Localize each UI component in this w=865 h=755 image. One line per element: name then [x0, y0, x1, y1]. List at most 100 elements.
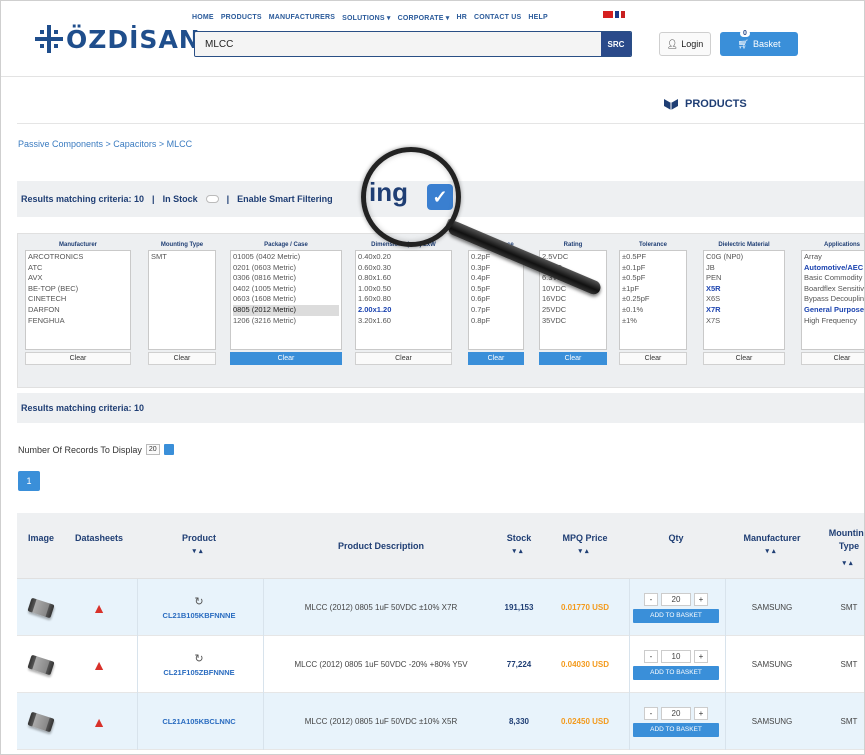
page-button-1[interactable]: 1	[18, 471, 40, 491]
filter-option[interactable]: High Frequency	[804, 316, 864, 327]
filter-option[interactable]: X7S	[706, 316, 782, 327]
basket-button[interactable]: 🛒︎ 0 Basket	[720, 30, 798, 56]
filter-option[interactable]: ±0.25pF	[622, 294, 684, 305]
sort-icon[interactable]: ▾▴	[823, 557, 864, 570]
filter-clear-button[interactable]: Clear	[25, 352, 131, 365]
filter-option[interactable]: X5R	[706, 284, 782, 295]
filter-option[interactable]: DARFON	[28, 305, 128, 316]
filter-option[interactable]: ±0.5PF	[622, 252, 684, 263]
filter-option[interactable]: X6S	[706, 294, 782, 305]
filter-clear-button[interactable]: Clear	[801, 352, 864, 365]
filter-option[interactable]: BE-TOP (BEC)	[28, 284, 128, 295]
col-mounting[interactable]: Mounting Type ▾▴	[823, 527, 864, 570]
search-button[interactable]: SRC	[601, 32, 631, 56]
logo[interactable]: ÖZDİSAN	[35, 23, 201, 55]
nav-solutions[interactable]: SOLUTIONS ▾	[342, 14, 391, 22]
filter-option[interactable]: ±0.1pF	[622, 263, 684, 274]
nav-home[interactable]: HOME	[192, 14, 214, 22]
filter-clear-button[interactable]: Clear	[148, 352, 216, 365]
filter-option[interactable]: 0.4pF	[471, 273, 521, 284]
filter-option[interactable]: SMT	[151, 252, 213, 263]
filter-option[interactable]: JB	[706, 263, 782, 274]
filter-option[interactable]: ARCOTRONICS	[28, 252, 128, 263]
add-to-basket-button[interactable]: ADD TO BASKET	[633, 665, 719, 680]
nav-hr[interactable]: HR	[456, 14, 467, 22]
filter-option[interactable]: 35VDC	[542, 316, 604, 327]
qty-increment-button[interactable]: +	[694, 649, 708, 663]
filter-option[interactable]: 01005 (0402 Metric)	[233, 252, 339, 263]
records-select[interactable]: 20	[145, 444, 160, 455]
filter-clear-button[interactable]: Clear	[619, 352, 687, 365]
refresh-icon[interactable]: ↻	[194, 652, 203, 665]
product-part-number[interactable]: CL21A105KBCLNNC	[162, 717, 235, 726]
sort-icon[interactable]: ▾▴	[139, 547, 259, 555]
filter-clear-button[interactable]: Clear	[355, 352, 452, 365]
filter-option[interactable]: 1.60x0.80	[358, 294, 449, 305]
qty-input[interactable]: 10	[661, 649, 691, 663]
filter-clear-button[interactable]: Clear	[703, 352, 785, 365]
filter-option[interactable]: PEN	[706, 273, 782, 284]
filter-option[interactable]: 0.40x0.20	[358, 252, 449, 263]
filter-option[interactable]: 0603 (1608 Metric)	[233, 294, 339, 305]
col-price[interactable]: MPQ Price ▾▴	[547, 533, 623, 555]
filter-option[interactable]: 0.3pF	[471, 263, 521, 274]
filter-option[interactable]: 0306 (0816 Metric)	[233, 273, 339, 284]
filter-option[interactable]: 0.8pF	[471, 316, 521, 327]
filter-option[interactable]: 0.80x1.60	[358, 273, 449, 284]
filter-option[interactable]: 1206 (3216 Metric)	[233, 316, 339, 327]
filter-list[interactable]: C0G (NP0) JB PEN X5R X6S X7R X7S	[703, 250, 785, 350]
nav-contact-us[interactable]: CONTACT US	[474, 14, 521, 22]
qty-increment-button[interactable]: +	[694, 592, 708, 606]
filter-option[interactable]: 0201 (0603 Metric)	[233, 263, 339, 274]
filter-option[interactable]: 2.00x1.20	[358, 305, 449, 316]
filter-list[interactable]: SMT	[148, 250, 216, 350]
filter-option[interactable]: Basic Commodity	[804, 273, 864, 284]
filter-option[interactable]: Bypass Decoupling	[804, 294, 864, 305]
turkish-flag-icon[interactable]	[603, 11, 613, 18]
filter-option[interactable]: ±1%	[622, 316, 684, 327]
filter-list[interactable]: 0.2pF 0.3pF 0.4pF 0.5pF 0.6pF 0.7pF 0.8pF	[468, 250, 524, 350]
filter-clear-button[interactable]: Clear	[468, 352, 524, 365]
filter-list[interactable]: 0.40x0.20 0.60x0.30 0.80x1.60 1.00x0.50 1.60…	[355, 250, 452, 350]
capacitor-image[interactable]	[27, 654, 55, 675]
col-manufacturer[interactable]: Manufacturer ▾▴	[727, 533, 817, 555]
pdf-icon[interactable]: ▲	[92, 715, 106, 729]
filter-option[interactable]: 25VDC	[542, 305, 604, 316]
nav-corporate[interactable]: CORPORATE ▾	[398, 14, 450, 22]
capacitor-image[interactable]	[27, 597, 55, 618]
filter-option[interactable]: 16VDC	[542, 294, 604, 305]
nav-help[interactable]: HELP	[528, 14, 547, 22]
english-flag-icon[interactable]	[615, 11, 625, 18]
filter-option[interactable]: ±0.1%	[622, 305, 684, 316]
search-input[interactable]	[195, 32, 601, 56]
qty-decrement-button[interactable]: -	[644, 592, 658, 606]
filter-option[interactable]: FENGHUA	[28, 316, 128, 327]
filter-list[interactable]: ±0.5PF ±0.1pF ±0.5pF ±1pF ±0.25pF ±0.1% ±1%	[619, 250, 687, 350]
filter-list[interactable]: ARCOTRONICS ATC AVX BE-TOP (BEC) CINETECH DAR…	[25, 250, 131, 350]
qty-decrement-button[interactable]: -	[644, 706, 658, 720]
filter-option[interactable]: ATC	[28, 263, 128, 274]
add-to-basket-button[interactable]: ADD TO BASKET	[633, 722, 719, 737]
capacitor-image[interactable]	[27, 711, 55, 732]
add-to-basket-button[interactable]: ADD TO BASKET	[633, 608, 719, 623]
filter-option[interactable]: 0402 (1005 Metric)	[233, 284, 339, 295]
refresh-icon[interactable]: ↻	[194, 595, 203, 608]
col-stock[interactable]: Stock ▾▴	[497, 533, 541, 555]
filter-list[interactable]: 01005 (0402 Metric) 0201 (0603 Metric) 030…	[230, 250, 342, 350]
qty-decrement-button[interactable]: -	[644, 649, 658, 663]
filter-option[interactable]: Automotive/AEC	[804, 263, 864, 274]
filter-option[interactable]: C0G (NP0)	[706, 252, 782, 263]
pdf-icon[interactable]: ▲	[92, 658, 106, 672]
nav-products[interactable]: PRODUCTS	[221, 14, 262, 22]
filter-option[interactable]: CINETECH	[28, 294, 128, 305]
filter-option[interactable]: 1.00x0.50	[358, 284, 449, 295]
filter-option[interactable]: AVX	[28, 273, 128, 284]
qty-input[interactable]: 20	[661, 706, 691, 720]
filter-clear-button[interactable]: Clear	[230, 352, 342, 365]
login-button[interactable]: 👤︎ Login	[659, 32, 711, 56]
col-product[interactable]: Product ▾▴	[139, 533, 259, 555]
refresh-records-icon[interactable]	[163, 444, 174, 455]
filter-option[interactable]: 0805 (2012 Metric)	[233, 304, 339, 316]
filter-option[interactable]: 0.5pF	[471, 284, 521, 295]
product-part-number[interactable]: CL21B105KBFNNNE	[163, 611, 236, 620]
